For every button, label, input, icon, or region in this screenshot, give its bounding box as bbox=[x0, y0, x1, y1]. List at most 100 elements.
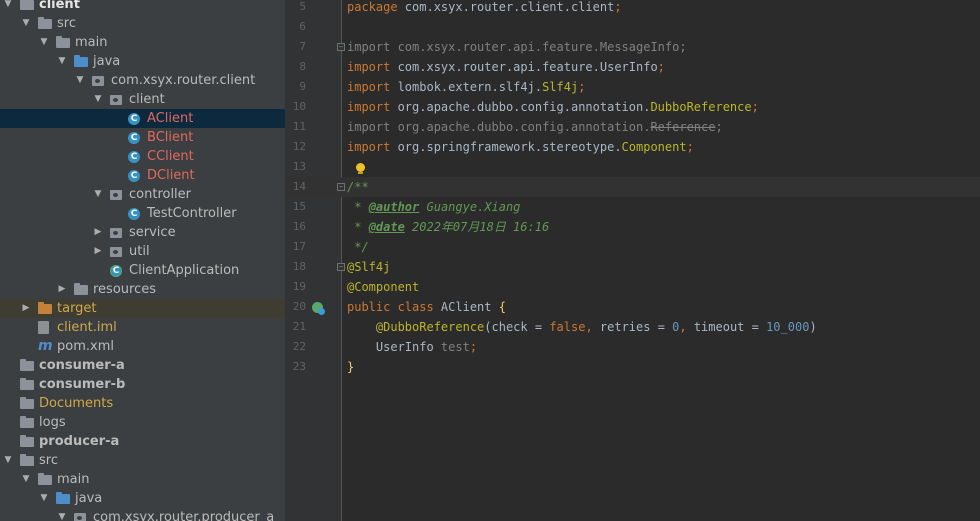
tree-item[interactable]: C DClient bbox=[0, 166, 285, 185]
tree-item[interactable]: C BClient bbox=[0, 128, 285, 147]
chevron-down-icon[interactable]: ▼ bbox=[21, 470, 31, 489]
tree-item-label: Documents bbox=[39, 396, 114, 411]
chevron-down-icon[interactable]: ▼ bbox=[39, 33, 49, 52]
tree-item[interactable]: m pom.xml bbox=[0, 337, 285, 356]
resources-folder-icon bbox=[74, 283, 88, 295]
tree-item[interactable]: ▶ resources bbox=[0, 280, 285, 299]
tree-item[interactable]: ▼ main bbox=[0, 33, 285, 52]
line-number: 19 bbox=[292, 280, 306, 293]
tree-item[interactable]: C AClient bbox=[0, 109, 285, 128]
fold-marker-icon[interactable]: − bbox=[337, 183, 345, 191]
java-class-icon: C bbox=[128, 170, 140, 182]
code-line[interactable]: 19 @Component bbox=[286, 277, 980, 297]
project-tool-window: ▼ client ▼ src ▼ main ▼ java ▼ com.xsyx.router.cl… bbox=[0, 0, 285, 521]
chevron-down-icon[interactable]: ▼ bbox=[75, 71, 85, 90]
chevron-right-icon[interactable]: ▶ bbox=[21, 299, 31, 318]
tree-item[interactable]: consumer-a bbox=[0, 356, 285, 375]
module-folder-icon bbox=[20, 359, 34, 371]
tree-item[interactable]: ▼ src bbox=[0, 14, 285, 33]
tree-item[interactable]: ▶ service bbox=[0, 223, 285, 242]
code-line[interactable]: 14 −/** bbox=[286, 177, 980, 197]
code-line[interactable]: 22 UserInfo test; bbox=[286, 337, 980, 357]
code-editor[interactable]: 5 package com.xsyx.router.client.client; 6… bbox=[286, 0, 980, 521]
code-line[interactable]: 16 * @date 2022年07月18日 16:16 bbox=[286, 217, 980, 237]
code-line[interactable]: 17 */ bbox=[286, 237, 980, 257]
code-text: import lombok.extern.slf4j.Slf4j; bbox=[347, 77, 585, 97]
code-line[interactable]: 12 import org.springframework.stereotype.… bbox=[286, 137, 980, 157]
code-line[interactable]: 18 − @Slf4j bbox=[286, 257, 980, 277]
code-token: ; bbox=[578, 80, 586, 94]
fold-marker-icon[interactable]: − bbox=[337, 263, 345, 271]
code-line[interactable]: 8 import com.xsyx.router.api.feature.User… bbox=[286, 57, 980, 77]
chevron-down-icon[interactable]: ▼ bbox=[39, 489, 49, 508]
code-token: public class bbox=[347, 300, 441, 314]
code-token: test bbox=[440, 340, 470, 354]
tree-item[interactable]: ▼ java bbox=[0, 52, 285, 71]
tree-item[interactable]: ▼ main bbox=[0, 470, 285, 489]
tree-item[interactable]: ▶ target bbox=[0, 299, 285, 318]
tree-item-label: service bbox=[129, 225, 176, 240]
chevron-down-icon[interactable]: ▼ bbox=[3, 451, 13, 470]
chevron-down-icon[interactable]: ▼ bbox=[93, 90, 103, 109]
tree-item-label: util bbox=[129, 244, 150, 259]
tree-item[interactable]: C TestController bbox=[0, 204, 285, 223]
code-line[interactable]: 20 public class AClient { bbox=[286, 297, 980, 317]
tree-item[interactable]: ▼ client bbox=[0, 90, 285, 109]
chevron-right-icon[interactable]: ▶ bbox=[57, 280, 67, 299]
code-token: org.apache.dubbo.config.annotation. bbox=[390, 120, 651, 134]
java-class-icon: C bbox=[128, 208, 140, 220]
tree-item[interactable]: client.iml bbox=[0, 318, 285, 337]
chevron-down-icon[interactable]: ▼ bbox=[21, 14, 31, 33]
code-line[interactable]: 9 import lombok.extern.slf4j.Slf4j; bbox=[286, 77, 980, 97]
code-line[interactable]: 15 * @author Guangye.Xiang bbox=[286, 197, 980, 217]
code-token: ; bbox=[751, 100, 759, 114]
code-line[interactable]: 6 bbox=[286, 17, 980, 37]
package-icon bbox=[74, 513, 86, 521]
code-token: @Slf4j bbox=[347, 260, 391, 274]
tree-item[interactable]: C ClientApplication bbox=[0, 261, 285, 280]
code-line[interactable]: 7 − import com.xsyx.router.api.feature.Mes… bbox=[286, 37, 980, 57]
code-line[interactable]: 13 bbox=[286, 157, 980, 177]
tree-item[interactable]: ▼ src bbox=[0, 451, 285, 470]
folder-icon bbox=[38, 17, 52, 29]
tree-item[interactable]: ▶ util bbox=[0, 242, 285, 261]
code-token: } bbox=[347, 360, 355, 374]
chevron-down-icon[interactable]: ▼ bbox=[3, 0, 13, 14]
tree-item[interactable]: consumer-b bbox=[0, 375, 285, 394]
code-line[interactable]: 21 @DubboReference(check = false, retrie… bbox=[286, 317, 980, 337]
tree-item[interactable]: ▼ client bbox=[0, 0, 285, 14]
code-text: @DubboReference(check = false, retries =… bbox=[347, 317, 817, 337]
module-folder-icon bbox=[20, 435, 34, 447]
code-token: 2022年07月18日 16:16 bbox=[404, 220, 550, 234]
tree-item[interactable]: logs bbox=[0, 413, 285, 432]
code-token: AClient bbox=[440, 300, 499, 314]
code-text: import com.xsyx.router.api.feature.Messa… bbox=[347, 37, 687, 57]
chevron-down-icon[interactable]: ▼ bbox=[57, 52, 67, 71]
chevron-right-icon[interactable]: ▶ bbox=[93, 223, 103, 242]
chevron-down-icon[interactable]: ▼ bbox=[93, 185, 103, 204]
module-folder-icon bbox=[20, 378, 34, 390]
fold-marker-icon[interactable]: − bbox=[337, 43, 345, 51]
tree-item[interactable]: ▼ java bbox=[0, 489, 285, 508]
source-folder-icon bbox=[56, 492, 70, 504]
code-line[interactable]: 23} bbox=[286, 357, 980, 377]
lightbulb-icon[interactable] bbox=[355, 163, 366, 175]
code-token: import bbox=[347, 100, 391, 114]
tree-item-label: pom.xml bbox=[57, 339, 114, 354]
code-line[interactable]: 5 package com.xsyx.router.client.client; bbox=[286, 0, 980, 17]
code-token: package bbox=[347, 0, 398, 14]
tree-item[interactable]: C CClient bbox=[0, 147, 285, 166]
code-line[interactable]: 11 import org.apache.dubbo.config.annotat… bbox=[286, 117, 980, 137]
tree-item[interactable]: ▼ controller bbox=[0, 185, 285, 204]
tree-item-label: src bbox=[39, 453, 58, 468]
chevron-right-icon[interactable]: ▶ bbox=[93, 242, 103, 261]
line-number: 11 bbox=[292, 120, 306, 133]
spring-bean-icon[interactable] bbox=[312, 302, 325, 315]
tree-item[interactable]: Documents bbox=[0, 394, 285, 413]
tree-item[interactable]: ▼ com.xsyx.router.client bbox=[0, 71, 285, 90]
code-line[interactable]: 10 import org.apache.dubbo.config.annotat… bbox=[286, 97, 980, 117]
chevron-down-icon[interactable]: ▼ bbox=[57, 508, 67, 521]
code-token: false bbox=[549, 320, 586, 334]
tree-item[interactable]: producer-a bbox=[0, 432, 285, 451]
tree-item[interactable]: ▼ com.xsyx.router.producer_a bbox=[0, 508, 285, 521]
